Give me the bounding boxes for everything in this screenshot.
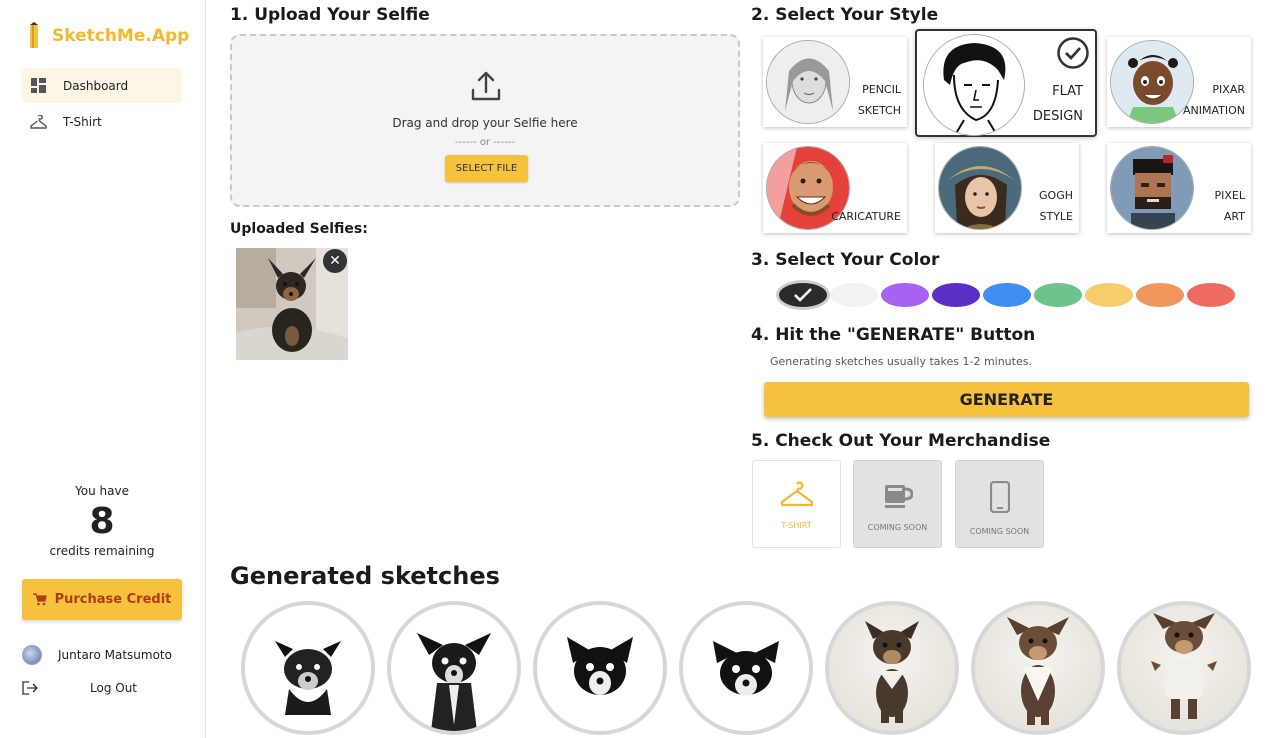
style-label: PIXAR ANIMATION bbox=[1182, 83, 1245, 117]
check-icon bbox=[794, 288, 812, 302]
logout-label: Log Out bbox=[90, 681, 138, 695]
generated-sketches-title: Generated sketches bbox=[230, 562, 500, 590]
style-label: FLAT DESIGN bbox=[1032, 84, 1083, 124]
sidebar-item-dashboard[interactable]: Dashboard bbox=[22, 68, 182, 103]
credits-prefix: You have bbox=[75, 484, 129, 498]
upload-section-title: 1. Upload Your Selfie bbox=[230, 5, 430, 25]
style-card-caricature[interactable]: CARICATURE bbox=[763, 143, 907, 233]
style-preview-flat bbox=[923, 34, 1025, 136]
drag-drop-text: Drag and drop your Selfie here bbox=[392, 116, 578, 130]
merch-section-title: 5. Check Out Your Merchandise bbox=[751, 431, 1051, 451]
hanger-icon bbox=[30, 113, 47, 130]
color-swatch-9[interactable] bbox=[1187, 283, 1235, 307]
sidebar-item-label: T-Shirt bbox=[63, 114, 102, 129]
style-label: GOGH STYLE bbox=[1039, 189, 1073, 223]
style-label: PENCIL SKETCH bbox=[857, 83, 901, 117]
selfie-dropzone[interactable]: Drag and drop your Selfie here ------ or… bbox=[230, 34, 740, 207]
style-label: CARICATURE bbox=[831, 210, 901, 223]
user-profile[interactable]: Juntaro Matsumoto bbox=[22, 645, 172, 665]
sidebar-item-tshirt[interactable]: T-Shirt bbox=[22, 104, 182, 139]
color-swatch-2[interactable] bbox=[830, 283, 878, 307]
dog-sketch-image bbox=[275, 641, 341, 715]
color-swatch-4[interactable] bbox=[932, 283, 980, 307]
credits-panel: You have 8 credits remaining bbox=[0, 484, 204, 558]
merch-label: T-SHIRT bbox=[781, 521, 812, 530]
app-name: SketchMe.App bbox=[52, 26, 190, 46]
cart-icon bbox=[32, 593, 47, 606]
color-swatch-3[interactable] bbox=[881, 283, 929, 307]
purchase-credit-button[interactable]: Purchase Credit bbox=[22, 579, 182, 620]
color-swatch-7[interactable] bbox=[1085, 283, 1133, 307]
dog-3d-image bbox=[865, 621, 919, 723]
merch-tshirt-button[interactable]: T-SHIRT bbox=[752, 460, 841, 548]
or-divider: ------ or ------ bbox=[455, 137, 515, 148]
style-card-flat-design[interactable]: FLAT DESIGN bbox=[915, 29, 1097, 137]
color-swatch-1[interactable] bbox=[779, 283, 827, 307]
logout-button[interactable]: Log Out bbox=[22, 681, 137, 695]
sidebar-nav: Dashboard T-Shirt bbox=[22, 68, 182, 140]
color-swatch-5[interactable] bbox=[983, 283, 1031, 307]
logout-icon bbox=[22, 681, 38, 695]
phone-icon bbox=[989, 481, 1010, 513]
remove-selfie-button[interactable]: ✕ bbox=[323, 249, 347, 273]
generate-button[interactable]: GENERATE bbox=[764, 382, 1249, 417]
pencil-logo-icon bbox=[30, 22, 38, 48]
style-card-pencil-sketch[interactable]: PENCIL SKETCH bbox=[763, 37, 907, 127]
hanger-icon bbox=[780, 481, 813, 507]
generated-sketch-1[interactable] bbox=[241, 601, 375, 735]
credits-suffix: credits remaining bbox=[49, 544, 155, 558]
user-name: Juntaro Matsumoto bbox=[58, 648, 172, 662]
dog-3d-image bbox=[1007, 617, 1069, 725]
dashboard-icon bbox=[30, 77, 47, 94]
color-swatch-8[interactable] bbox=[1136, 283, 1184, 307]
generated-sketch-5[interactable] bbox=[825, 601, 959, 735]
generated-sketch-7[interactable] bbox=[1117, 601, 1251, 735]
style-preview-gogh bbox=[938, 146, 1022, 230]
selected-check-icon bbox=[1057, 37, 1089, 69]
upload-icon bbox=[471, 71, 501, 101]
style-label: PIXEL ART bbox=[1214, 189, 1246, 223]
merch-coming-soon-phone: COMING SOON bbox=[955, 460, 1044, 548]
generated-sketch-3[interactable] bbox=[533, 601, 667, 735]
generate-note: Generating sketches usually takes 1-2 mi… bbox=[770, 355, 1032, 368]
style-card-pixar-animation[interactable]: PIXAR ANIMATION bbox=[1107, 37, 1251, 127]
generated-sketch-4[interactable] bbox=[679, 601, 813, 735]
purchase-credit-label: Purchase Credit bbox=[54, 592, 172, 607]
generate-section-title: 4. Hit the "GENERATE" Button bbox=[751, 325, 1036, 345]
style-preview-pixar bbox=[1110, 40, 1194, 124]
merch-coming-soon-mug: COMING SOON bbox=[853, 460, 942, 548]
mug-icon bbox=[884, 485, 913, 508]
dog-3d-image bbox=[1151, 613, 1217, 719]
select-file-button[interactable]: SELECT FILE bbox=[445, 155, 528, 182]
color-section-title: 3. Select Your Color bbox=[751, 250, 940, 270]
dog-sketch-image bbox=[417, 633, 491, 731]
style-card-gogh-style[interactable]: GOGH STYLE bbox=[935, 143, 1079, 233]
credits-count: 8 bbox=[89, 501, 115, 542]
merch-label: COMING SOON bbox=[867, 523, 928, 532]
style-preview-pencil bbox=[766, 40, 850, 124]
merch-label: COMING SOON bbox=[969, 527, 1030, 536]
uploaded-selfies-title: Uploaded Selfies: bbox=[230, 221, 368, 237]
style-card-pixel-art[interactable]: PIXEL ART bbox=[1107, 143, 1251, 233]
generated-sketch-6[interactable] bbox=[971, 601, 1105, 735]
dog-sketch-image bbox=[713, 641, 779, 696]
color-swatch-6[interactable] bbox=[1034, 283, 1082, 307]
generated-sketch-2[interactable] bbox=[387, 601, 521, 735]
avatar bbox=[22, 645, 42, 665]
sidebar: SketchMe.App Dashboard T-Shirt You have … bbox=[0, 0, 206, 738]
style-preview-pixel bbox=[1110, 146, 1194, 230]
dog-sketch-image bbox=[567, 637, 633, 695]
sidebar-item-label: Dashboard bbox=[63, 78, 129, 93]
brand[interactable]: SketchMe.App bbox=[26, 22, 189, 50]
style-section-title: 2. Select Your Style bbox=[751, 5, 939, 25]
close-icon: ✕ bbox=[329, 253, 341, 269]
